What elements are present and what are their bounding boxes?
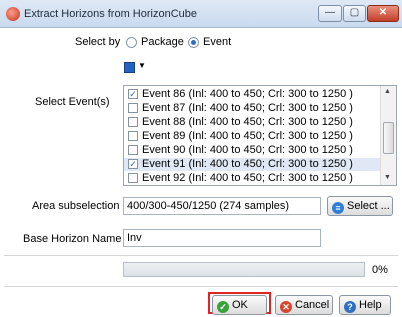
scroll-up-icon[interactable]: ▲: [384, 88, 391, 95]
ok-button[interactable]: ✓ OK: [212, 295, 267, 315]
event-checkbox[interactable]: ✓: [128, 159, 138, 169]
select-by-label: Select by: [75, 36, 121, 48]
select-events-label: Select Event(s): [35, 96, 110, 108]
progress-percent: 0%: [372, 264, 388, 276]
list-item[interactable]: Event 87 (Inl: 400 to 450; Crl: 300 to 1…: [124, 102, 380, 115]
event-checkbox[interactable]: [128, 145, 138, 155]
list-item[interactable]: Event 89 (Inl: 400 to 450; Crl: 300 to 1…: [124, 130, 380, 143]
list-item[interactable]: ✓ Event 91 (Inl: 400 to 450; Crl: 300 to…: [124, 158, 380, 171]
help-button[interactable]: ? Help: [339, 295, 391, 315]
event-checkbox[interactable]: [128, 173, 138, 183]
base-horizon-input[interactable]: [123, 229, 321, 247]
minimize-button[interactable]: —: [318, 5, 342, 22]
list-item[interactable]: Event 88 (Inl: 400 to 450; Crl: 300 to 1…: [124, 116, 380, 129]
maximize-button[interactable]: ▢: [343, 5, 366, 22]
app-icon: [6, 7, 20, 21]
select-icon: ≡: [332, 202, 344, 214]
list-item[interactable]: ✓ Event 86 (Inl: 400 to 450; Crl: 300 to…: [124, 88, 380, 101]
list-item[interactable]: Event 90 (Inl: 400 to 450; Crl: 300 to 1…: [124, 144, 380, 157]
event-label: Event 91 (Inl: 400 to 450; Crl: 300 to 1…: [142, 158, 353, 170]
area-subselection-field: 400/300-450/1250 (274 samples): [123, 197, 321, 215]
event-label: Event 92 (Inl: 400 to 450; Crl: 300 to 1…: [142, 172, 353, 184]
check-icon: ✓: [217, 301, 229, 313]
event-checkbox[interactable]: [128, 103, 138, 113]
area-subselection-label: Area subselection: [32, 200, 120, 212]
event-checkbox[interactable]: ✓: [128, 89, 138, 99]
cancel-label: Cancel: [295, 299, 330, 311]
help-label: Help: [359, 299, 382, 311]
window-title: Extract Horizons from HorizonCube: [24, 8, 198, 20]
scroll-down-icon[interactable]: ▼: [384, 174, 391, 181]
event-label: Event 88 (Inl: 400 to 450; Crl: 300 to 1…: [142, 116, 353, 128]
radio-package-label[interactable]: Package: [141, 36, 184, 48]
color-swatch[interactable]: [124, 62, 135, 73]
help-icon: ?: [344, 301, 356, 313]
base-horizon-label: Base Horizon Name: [23, 233, 122, 245]
color-dropdown-icon[interactable]: ▼: [138, 61, 146, 70]
divider: [4, 255, 398, 256]
event-checkbox[interactable]: [128, 131, 138, 141]
list-item[interactable]: Event 92 (Inl: 400 to 450; Crl: 300 to 1…: [124, 172, 380, 185]
divider: [4, 286, 398, 287]
close-button[interactable]: ✕: [367, 5, 399, 22]
list-scrollbar[interactable]: ▲ ▼: [380, 86, 396, 185]
radio-event-label[interactable]: Event: [203, 36, 231, 48]
radio-package[interactable]: [126, 37, 137, 48]
event-label: Event 89 (Inl: 400 to 450; Crl: 300 to 1…: [142, 130, 353, 142]
event-label: Event 87 (Inl: 400 to 450; Crl: 300 to 1…: [142, 102, 353, 114]
title-bar: Extract Horizons from HorizonCube — ▢ ✕: [0, 0, 402, 28]
event-label: Event 86 (Inl: 400 to 450; Crl: 300 to 1…: [142, 88, 353, 100]
event-label: Event 90 (Inl: 400 to 450; Crl: 300 to 1…: [142, 144, 353, 156]
cancel-icon: ✕: [280, 301, 292, 313]
scroll-thumb[interactable]: [383, 122, 394, 154]
progress-bar: [123, 262, 365, 277]
ok-label: OK: [232, 299, 248, 311]
select-area-button[interactable]: ≡ Select ...: [327, 196, 393, 216]
event-list[interactable]: ✓ Event 86 (Inl: 400 to 450; Crl: 300 to…: [123, 85, 397, 186]
cancel-button[interactable]: ✕ Cancel: [275, 295, 333, 315]
radio-event[interactable]: [188, 37, 199, 48]
select-area-label: Select ...: [347, 200, 390, 212]
event-checkbox[interactable]: [128, 117, 138, 127]
